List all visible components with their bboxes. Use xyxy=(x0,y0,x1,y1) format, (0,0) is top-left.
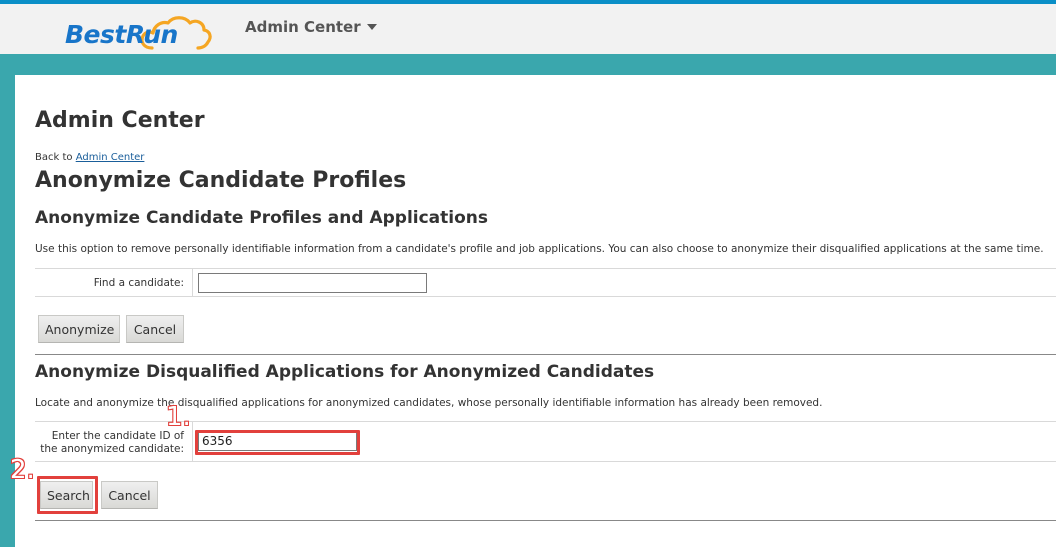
find-candidate-input[interactable] xyxy=(198,273,427,293)
bottom-divider xyxy=(35,520,1056,521)
caret-down-icon xyxy=(366,23,377,30)
candidate-id-label-line1: Enter the candidate ID of xyxy=(51,430,184,442)
page-title: Anonymize Candidate Profiles xyxy=(35,168,407,193)
admin-center-menu-label: Admin Center xyxy=(245,18,361,36)
find-candidate-label: Find a candidate: xyxy=(93,277,184,289)
logo-text: BestRun xyxy=(65,20,178,49)
candidate-id-label-line2: the anonymized candidate: xyxy=(40,443,184,455)
step-1-marker: 1. xyxy=(165,401,192,433)
cancel-anonymize-button[interactable]: Cancel xyxy=(126,315,184,343)
candidate-id-input[interactable] xyxy=(198,431,357,451)
section-disqualified-description: Locate and anonymize the disqualified ap… xyxy=(35,397,823,409)
search-button[interactable]: Search xyxy=(40,481,93,509)
breadcrumb: Back to Admin Center xyxy=(35,152,144,163)
section-anonymize-profiles-description: Use this option to remove personally ide… xyxy=(35,243,1044,255)
cancel-search-button[interactable]: Cancel xyxy=(101,481,158,509)
candidate-id-label: Enter the candidate ID of the anonymized… xyxy=(40,430,184,456)
section-anonymize-profiles-title: Anonymize Candidate Profiles and Applica… xyxy=(35,208,488,228)
step-2-marker: 2. xyxy=(9,454,36,486)
anonymize-button[interactable]: Anonymize xyxy=(38,315,120,343)
find-candidate-row: Find a candidate: xyxy=(35,268,1056,297)
page-heading: Admin Center xyxy=(35,108,205,133)
bestrun-logo[interactable]: BestRun xyxy=(64,6,214,54)
breadcrumb-prefix: Back to xyxy=(35,152,73,163)
brand-band xyxy=(0,54,1056,75)
section-disqualified-title: Anonymize Disqualified Applications for … xyxy=(35,362,655,382)
main-content: Admin Center Back to Admin Center Anonym… xyxy=(9,75,1056,547)
back-to-admin-center-link[interactable]: Admin Center xyxy=(76,152,145,163)
admin-center-menu[interactable]: Admin Center xyxy=(245,18,377,36)
section-divider xyxy=(35,354,1056,355)
top-header: BestRun Admin Center xyxy=(0,0,1056,54)
